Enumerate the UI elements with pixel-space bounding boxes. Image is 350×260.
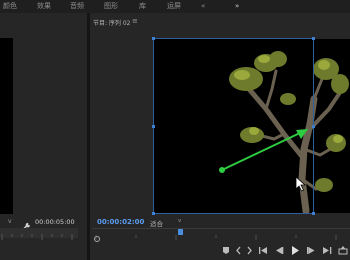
annotation-arrow <box>219 129 308 173</box>
tab-more-right[interactable]: » <box>235 1 239 11</box>
in-point-icon[interactable] <box>235 246 241 255</box>
source-timecode[interactable]: 00:00:05:00 <box>35 218 75 226</box>
tab-effects[interactable]: 效果 <box>37 1 51 11</box>
lift-icon[interactable] <box>338 246 348 255</box>
playback-controls <box>222 245 350 257</box>
transform-handle-top-left[interactable] <box>152 37 155 40</box>
source-monitor-viewer <box>0 38 13 214</box>
tab-color[interactable]: 颜色 <box>3 1 17 11</box>
play-icon[interactable] <box>290 245 300 256</box>
tab-library[interactable]: 库 <box>139 1 146 11</box>
marker-icon[interactable] <box>222 246 230 255</box>
source-timeline-ruler[interactable] <box>0 228 78 240</box>
go-to-out-icon[interactable] <box>322 246 332 255</box>
mouse-cursor-icon <box>295 176 307 192</box>
zoom-slider-handle[interactable] <box>94 236 100 242</box>
transform-handle-bottom-left[interactable] <box>152 212 155 215</box>
out-point-icon[interactable] <box>247 246 253 255</box>
program-monitor-title[interactable]: 节目: 序列 02 <box>93 18 130 27</box>
go-to-in-icon[interactable] <box>258 246 268 255</box>
tab-editing[interactable]: 运屏 <box>167 1 181 11</box>
panel-menu-icon[interactable]: ≡ <box>132 17 138 25</box>
transform-handle-bottom-right[interactable] <box>312 212 315 215</box>
workspace-bar: 颜色 效果 音频 图形 库 运屏 « » <box>0 0 350 13</box>
fit-dropdown-caret[interactable]: v <box>178 218 181 224</box>
transform-handle-left[interactable] <box>152 125 155 128</box>
transform-handle-top-right[interactable] <box>312 37 315 40</box>
step-forward-icon[interactable] <box>306 246 316 255</box>
source-dropdown-caret[interactable]: v <box>8 218 12 225</box>
tab-more-left[interactable]: « <box>201 1 205 11</box>
playhead[interactable] <box>178 229 183 235</box>
tab-graphics[interactable]: 图形 <box>104 1 118 11</box>
tab-audio[interactable]: 音频 <box>70 1 84 11</box>
step-back-icon[interactable] <box>274 246 284 255</box>
program-timeline-ruler[interactable] <box>92 228 350 240</box>
program-timecode[interactable]: 00:00:02:00 <box>97 218 144 226</box>
fit-dropdown[interactable]: 适合 <box>150 218 163 228</box>
